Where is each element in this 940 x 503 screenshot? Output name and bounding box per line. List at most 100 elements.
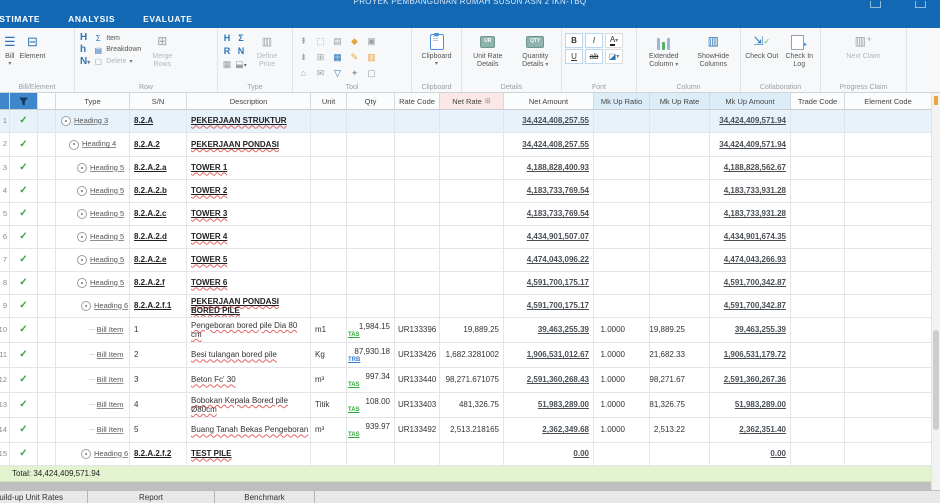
- cell-type[interactable]: ─Bill Item: [56, 393, 130, 417]
- cell-element-code[interactable]: [845, 343, 932, 367]
- cell-element-code[interactable]: [845, 272, 932, 294]
- cell-sn[interactable]: 3: [130, 368, 187, 392]
- mkup-amount-link[interactable]: 4,591,700,342.87: [724, 278, 786, 287]
- column-header-rate-code[interactable]: Rate Code: [395, 93, 440, 109]
- cell-mkup-rate[interactable]: [650, 157, 710, 179]
- cell-net-rate[interactable]: [440, 295, 504, 317]
- mkup-amount-link[interactable]: 34,424,409,571.94: [719, 116, 786, 125]
- cell-mkup-amount[interactable]: 2,591,360,267.36: [710, 368, 791, 392]
- cell-description[interactable]: TOWER 5: [187, 249, 311, 271]
- column-header-unit[interactable]: Unit: [311, 93, 347, 109]
- cell-sn[interactable]: 8.2.A.2.f: [130, 272, 187, 294]
- cell-qty[interactable]: 997.34TAS: [347, 368, 395, 392]
- merge-rows-button[interactable]: ⊞ Merge Rows: [141, 31, 183, 70]
- delete-button[interactable]: ▢Delete▾: [93, 56, 141, 68]
- expander-icon[interactable]: [77, 163, 87, 173]
- type-grid-icon[interactable]: ▦: [223, 59, 232, 70]
- cell-element-code[interactable]: [845, 133, 932, 156]
- cell-row-number[interactable]: 7: [0, 249, 10, 271]
- cell-mkup-ratio[interactable]: [594, 295, 650, 317]
- cell-element-code[interactable]: [845, 110, 932, 132]
- cell-mkup-amount[interactable]: 51,983,289.00: [710, 393, 791, 417]
- cell-sn[interactable]: 8.2.A.2.b: [130, 180, 187, 202]
- type-n-button[interactable]: N: [238, 46, 245, 57]
- mkup-amount-link[interactable]: 1,906,531,179.72: [724, 350, 786, 359]
- cell-rate-code[interactable]: [395, 110, 440, 132]
- cell-mkup-amount[interactable]: 0.00: [710, 443, 791, 465]
- mkup-amount-link[interactable]: 51,983,289.00: [735, 400, 786, 409]
- bottom-tab-benchmark[interactable]: Benchmark: [215, 491, 315, 503]
- cell-qty[interactable]: 939.97TAS: [347, 418, 395, 442]
- cell-spacer[interactable]: [38, 180, 56, 202]
- cell-net-rate[interactable]: [440, 133, 504, 156]
- cell-mkup-rate[interactable]: 21,682.33: [650, 343, 710, 367]
- cell-net-amount[interactable]: 51,983,289.00: [504, 393, 594, 417]
- cell-rate-code[interactable]: UR133440: [395, 368, 440, 392]
- check-mark-icon[interactable]: ✓: [10, 343, 38, 367]
- cell-net-rate[interactable]: [440, 180, 504, 202]
- cell-qty[interactable]: [347, 443, 395, 465]
- cell-row-number[interactable]: 13: [0, 393, 10, 417]
- expander-icon[interactable]: [77, 278, 87, 288]
- cell-sn[interactable]: 8.2.A.2.a: [130, 157, 187, 179]
- cell-mkup-amount[interactable]: 4,474,043,266.93: [710, 249, 791, 271]
- cell-net-rate[interactable]: [440, 249, 504, 271]
- cell-rate-code[interactable]: UR133426: [395, 343, 440, 367]
- cell-element-code[interactable]: [845, 203, 932, 225]
- cell-row-number[interactable]: 10: [0, 318, 10, 342]
- cell-rate-code[interactable]: [395, 295, 440, 317]
- column-header-net-amount[interactable]: Net Amount: [504, 93, 594, 109]
- cell-sn[interactable]: 5: [130, 418, 187, 442]
- cell-description[interactable]: TOWER 6: [187, 272, 311, 294]
- cell-type[interactable]: Heading 5: [56, 203, 130, 225]
- column-header-description[interactable]: Description: [187, 93, 311, 109]
- cell-trade-code[interactable]: [791, 180, 845, 202]
- type-h-button[interactable]: H: [224, 33, 231, 44]
- type-split-icon[interactable]: ⬓▾: [235, 59, 247, 70]
- cell-net-amount[interactable]: 2,362,349.68: [504, 418, 594, 442]
- cell-rate-code[interactable]: [395, 272, 440, 294]
- table-row[interactable]: 7✓Heading 58.2.A.2.eTOWER 54,474,043,096…: [0, 249, 932, 272]
- cell-element-code[interactable]: [845, 443, 932, 465]
- cell-rate-code[interactable]: [395, 443, 440, 465]
- cell-unit[interactable]: Kg: [311, 343, 347, 367]
- column-header-trade-code[interactable]: Trade Code: [791, 93, 845, 109]
- strike-button[interactable]: ab: [585, 49, 603, 64]
- cell-mkup-ratio[interactable]: 1.0000: [594, 368, 650, 392]
- qty-source-tag[interactable]: TAS: [348, 332, 360, 338]
- check-mark-icon[interactable]: ✓: [10, 443, 38, 465]
- cell-net-rate[interactable]: 98,271.671075: [440, 368, 504, 392]
- cell-qty[interactable]: [347, 157, 395, 179]
- cell-row-number[interactable]: 11: [0, 343, 10, 367]
- qty-source-tag[interactable]: TRB: [348, 357, 360, 363]
- search-icon[interactable]: [870, 1, 881, 8]
- check-mark-icon[interactable]: ✓: [10, 180, 38, 202]
- cell-spacer[interactable]: [38, 418, 56, 442]
- filter-up-icon[interactable]: ⇞: [300, 37, 308, 46]
- horizontal-scroll-area[interactable]: [0, 482, 940, 490]
- cell-spacer[interactable]: [38, 295, 56, 317]
- table-row[interactable]: 2✓Heading 48.2.A.2PEKERJAAN PONDASI34,42…: [0, 133, 932, 157]
- net-amount-link[interactable]: 39,463,255.39: [538, 325, 589, 334]
- cell-net-rate[interactable]: 19,889.25: [440, 318, 504, 342]
- net-amount-link[interactable]: 34,424,408,257.55: [522, 140, 589, 149]
- cell-description[interactable]: Beton Fc' 30: [187, 368, 311, 392]
- expander-icon[interactable]: [77, 232, 87, 242]
- note-n-button[interactable]: N▾: [80, 56, 90, 68]
- extended-column-button[interactable]: Extended Column ▾: [639, 31, 689, 70]
- check-mark-icon[interactable]: ✓: [10, 318, 38, 342]
- table-row[interactable]: 13✓─Bill Item4Bobokan Kepala Bored pile …: [0, 393, 932, 418]
- cell-net-rate[interactable]: 1,682.3281002: [440, 343, 504, 367]
- cell-description[interactable]: TOWER 3: [187, 203, 311, 225]
- cell-mkup-ratio[interactable]: [594, 203, 650, 225]
- cell-mkup-amount[interactable]: 1,906,531,179.72: [710, 343, 791, 367]
- table-row[interactable]: 9✓Heading 68.2.A.2.f.1PEKERJAAN PONDASI …: [0, 295, 932, 318]
- cell-qty[interactable]: 108.00TAS: [347, 393, 395, 417]
- net-amount-link[interactable]: 4,591,700,175.17: [527, 278, 589, 287]
- column-header-mk-up-ratio[interactable]: Mk Up Ratio: [594, 93, 650, 109]
- cell-sn[interactable]: 2: [130, 343, 187, 367]
- cell-net-amount[interactable]: 4,434,901,507.07: [504, 226, 594, 248]
- column-header-c1[interactable]: [10, 93, 38, 109]
- mkup-amount-link[interactable]: 4,183,733,931.28: [724, 209, 786, 218]
- clipboard-button[interactable]: Clipboard▾: [420, 31, 454, 68]
